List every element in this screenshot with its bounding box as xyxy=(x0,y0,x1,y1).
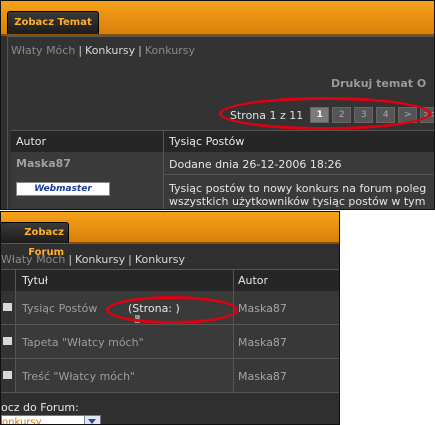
breadcrumb-link-home[interactable]: Właty Móch xyxy=(11,44,75,57)
jump-to-forum-label: ocz do Forum: xyxy=(1,401,79,414)
post-author-name[interactable]: Maska87 xyxy=(16,157,71,170)
topic-author[interactable]: Maska87 xyxy=(238,302,287,315)
breadcrumb-link-konkursy-sub[interactable]: Konkursy xyxy=(145,44,195,57)
column-divider xyxy=(15,270,16,291)
post-row: Maska87 Webmaster Dodane dnia 26-12-2006… xyxy=(11,152,434,209)
breadcrumb-link-konkursy[interactable]: Konkursy xyxy=(85,44,135,57)
topic-view-titlebar: Zobacz Temat xyxy=(1,1,434,36)
breadcrumb-link-home[interactable]: Właty Móch xyxy=(1,253,65,266)
forum-view-titlebar: Zobacz Forum xyxy=(1,212,339,258)
breadcrumb-link-konkursy[interactable]: Konkursy xyxy=(75,253,125,266)
topic-author-cell: Maska87 xyxy=(234,359,339,392)
dropdown-button[interactable] xyxy=(84,416,100,424)
topic-author-cell: Maska87 xyxy=(234,325,339,358)
post-divider xyxy=(164,174,434,175)
post-author-cell: Maska87 Webmaster xyxy=(11,152,164,209)
table-row: Treść "Włatcy móch" Maska87 xyxy=(1,359,339,393)
header-author: Autor xyxy=(238,274,269,287)
forum-view-tab: Zobacz Forum xyxy=(1,222,69,258)
red-highlight-oval xyxy=(219,97,431,130)
red-highlight-oval xyxy=(106,296,238,324)
post-table-header: Autor Tysiąc Postów xyxy=(11,130,434,153)
breadcrumb-separator: | xyxy=(78,44,83,57)
breadcrumb: Właty Móch | Konkursy | Konkursy xyxy=(1,253,185,266)
breadcrumb-link-konkursy-sub[interactable]: Konkursy xyxy=(135,253,185,266)
column-divider xyxy=(163,131,164,152)
topic-title-cell: Treść "Włatcy móch" xyxy=(16,359,234,392)
breadcrumb: Właty Móch | Konkursy | Konkursy xyxy=(11,44,195,57)
topic-link[interactable]: Treść "Włatcy móch" xyxy=(22,370,135,383)
table-row: Tapeta "Włatcy móch" Maska87 xyxy=(1,325,339,359)
breadcrumb-separator: | xyxy=(128,253,132,266)
header-title: Tytuł xyxy=(22,274,48,287)
topic-folder-icon xyxy=(3,371,12,379)
post-body: Tysiąc postów to nowy konkurs na forum p… xyxy=(169,182,426,208)
topic-status-cell xyxy=(1,291,16,324)
topic-author[interactable]: Maska87 xyxy=(238,370,287,383)
post-date: Dodane dnia 26-12-2006 18:26 xyxy=(169,158,342,171)
rank-badge-label: Webmaster xyxy=(34,184,92,194)
topic-link[interactable]: Tysiąc Postów xyxy=(22,302,97,315)
topic-title-cell: Tapeta "Włatcy móch" xyxy=(16,325,234,358)
forum-view-panel: Zobacz Forum Właty Móch | Konkursy | Konkurs… xyxy=(0,211,340,425)
rank-badge: Webmaster xyxy=(16,182,110,196)
print-topic-link[interactable]: Drukuj temat O xyxy=(331,77,426,90)
topic-author[interactable]: Maska87 xyxy=(238,336,287,349)
breadcrumb-separator: | xyxy=(68,253,73,266)
header-topic-title: Tysiąc Postów xyxy=(169,135,245,148)
post-body-line: wszystkich użytkowników tysiąc postów w … xyxy=(169,195,426,208)
topic-status-cell xyxy=(1,359,16,392)
topic-author-cell: Maska87 xyxy=(234,291,339,324)
topic-status-cell xyxy=(1,325,16,358)
topic-table-header: Tytuł Autor xyxy=(1,269,339,292)
post-body-line: Tysiąc postów to nowy konkurs na forum p… xyxy=(169,182,427,195)
topic-view-tab: Zobacz Temat xyxy=(7,11,99,34)
header-author: Autor xyxy=(16,135,47,148)
column-divider xyxy=(233,270,234,291)
topic-link[interactable]: Tapeta "Włatcy móch" xyxy=(22,336,144,349)
jump-select-value: onkursy xyxy=(2,417,42,425)
chevron-down-icon xyxy=(88,419,96,424)
topic-view-panel: Zobacz Temat Właty Móch | Konkursy | Konkurs… xyxy=(0,0,435,210)
topic-folder-icon xyxy=(3,337,12,345)
topic-folder-icon xyxy=(3,303,12,311)
jump-to-forum-select[interactable]: onkursy xyxy=(1,415,101,425)
breadcrumb-separator: | xyxy=(138,44,142,57)
